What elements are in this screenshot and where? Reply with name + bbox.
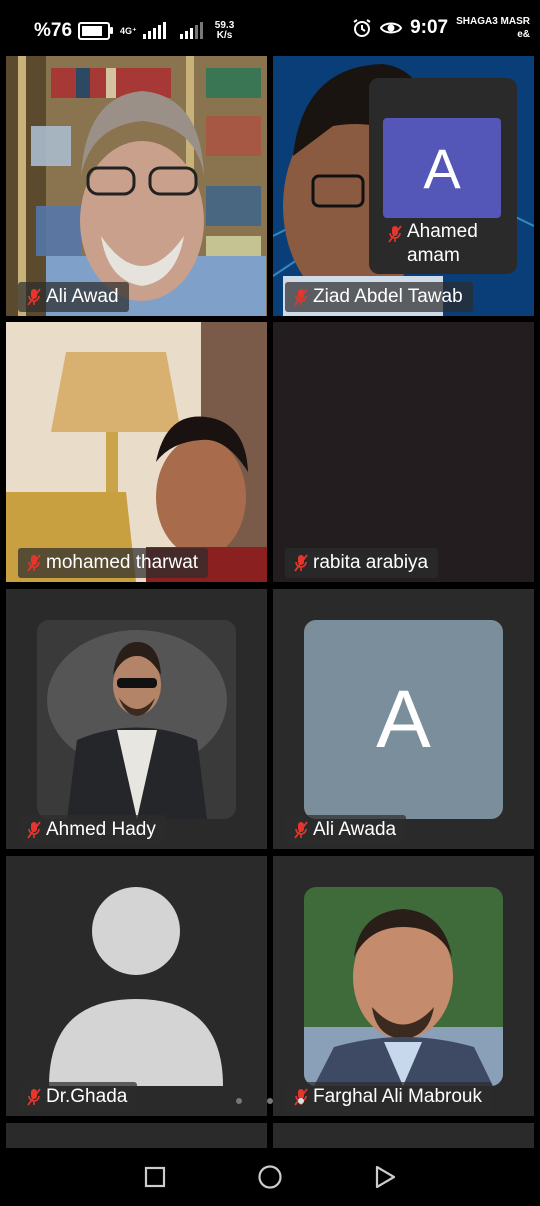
carrier-name: SHAGA3 MASR	[456, 16, 530, 27]
carrier-sub: e&	[517, 29, 530, 40]
mic-muted-icon	[388, 225, 402, 243]
participant-name-label: Farghal Ali Mabrouk	[285, 1082, 492, 1112]
participant-name: Ahmed Hady	[46, 819, 156, 840]
page-dot	[267, 1098, 273, 1104]
back-triangle-icon[interactable]	[374, 1165, 396, 1189]
mic-muted-icon	[27, 288, 41, 306]
android-nav-bar	[0, 1148, 540, 1206]
mic-muted-icon	[27, 554, 41, 572]
mic-muted-icon	[27, 1088, 41, 1106]
participant-tile-ali-awad[interactable]: Ali Awad	[6, 56, 267, 316]
mic-muted-icon	[294, 288, 308, 306]
mic-muted-icon	[294, 554, 308, 572]
participant-tile-rabita-arabiya[interactable]: rabita arabiya	[273, 322, 534, 582]
page-dot	[236, 1098, 242, 1104]
participant-name-label: Dr.Ghada	[18, 1082, 138, 1112]
avatar: A	[383, 118, 501, 218]
avatar-initial: A	[376, 673, 431, 765]
participant-video	[6, 56, 267, 316]
participant-name: mohamed tharwat	[46, 552, 199, 573]
pip-name-line1: Ahamed	[407, 221, 478, 242]
participant-name: Ali Awad	[46, 286, 119, 307]
participant-tile-partial[interactable]	[6, 1123, 267, 1148]
clock: 9:07	[410, 17, 449, 38]
eye-icon	[380, 22, 403, 34]
avatar: A	[304, 620, 503, 819]
participant-name-label: Ahmed Hady	[18, 815, 166, 845]
mic-muted-icon	[294, 821, 308, 839]
participant-name-label: Ziad Abdel Tawab	[285, 282, 473, 312]
battery-icon	[78, 22, 114, 40]
mic-muted-icon	[27, 821, 41, 839]
self-view-pip[interactable]: A Ahamed amam	[369, 78, 517, 274]
participant-name: Farghal Ali Mabrouk	[313, 1086, 482, 1107]
participant-tile-ziad-abdel-tawab[interactable]: A Ahamed amam Ziad Abdel Tawab	[273, 56, 534, 316]
signal-icon-2	[179, 22, 203, 39]
avatar-initial: A	[423, 136, 461, 200]
participant-name: Ali Awada	[313, 819, 397, 840]
profile-photo	[304, 887, 503, 1086]
participant-name-label: rabita arabiya	[285, 548, 439, 578]
mic-muted-icon	[294, 1088, 308, 1106]
signal-icon	[142, 22, 166, 39]
home-circle-icon[interactable]	[257, 1164, 283, 1190]
participant-name: Ziad Abdel Tawab	[313, 286, 463, 307]
alarm-icon	[353, 19, 371, 37]
participant-tile-dr-ghada[interactable]: Dr.Ghada	[6, 856, 267, 1116]
profile-photo	[37, 620, 236, 819]
speed-unit: K/s	[216, 30, 233, 41]
participant-tile-farghal-ali-mabrouk[interactable]: Farghal Ali Mabrouk	[273, 856, 534, 1116]
participant-name-label: Ali Awad	[18, 282, 129, 312]
participant-name: rabita arabiya	[313, 552, 429, 573]
participant-tile-mohamed-tharwat[interactable]: mohamed tharwat	[6, 322, 267, 582]
participant-name: Dr.Ghada	[46, 1086, 128, 1107]
participant-video	[6, 322, 267, 582]
status-bar: %76 4G⁺ 59.3 K/s 9:07 SHAGA3 MASR e&	[0, 0, 540, 52]
network-type: 4G⁺	[120, 25, 137, 36]
person-placeholder-icon	[49, 887, 223, 1086]
pip-name-line2: amam	[407, 245, 460, 266]
recents-square-icon[interactable]	[144, 1166, 166, 1188]
pip-name-label: Ahamed amam	[387, 220, 478, 268]
page-dot-active	[298, 1098, 304, 1104]
participant-tile-ahmed-hady[interactable]: Ahmed Hady	[6, 589, 267, 849]
page-indicator	[236, 1098, 304, 1104]
battery-percent: %76	[34, 20, 73, 41]
participant-tile-ali-awada[interactable]: A Ali Awada	[273, 589, 534, 849]
participant-tile-partial[interactable]	[273, 1123, 534, 1148]
participant-name-label: mohamed tharwat	[18, 548, 209, 578]
participant-name-label: Ali Awada	[285, 815, 407, 845]
